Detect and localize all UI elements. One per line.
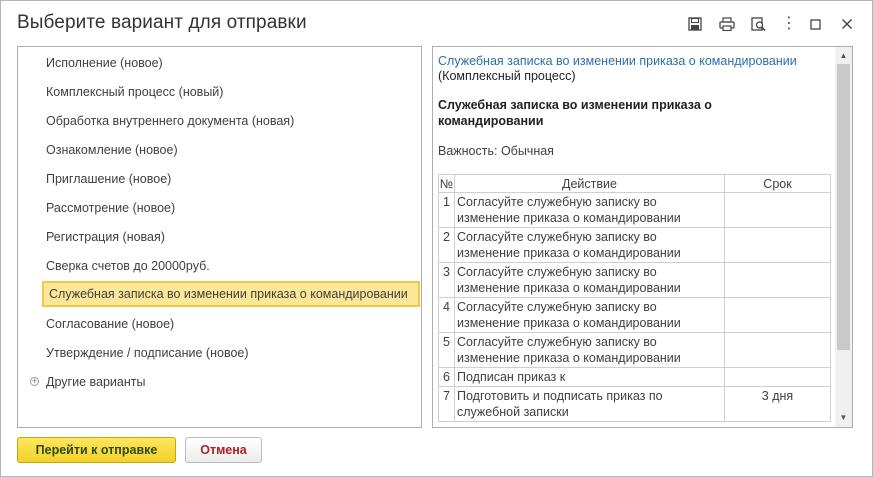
step-term: 3 дня: [724, 386, 831, 422]
variant-item[interactable]: Согласование (новое): [46, 311, 174, 337]
other-variants-item[interactable]: Другие варианты: [46, 369, 145, 395]
variant-item[interactable]: Регистрация (новая): [46, 224, 165, 250]
scroll-up-icon[interactable]: ▲: [835, 49, 852, 63]
variant-item-selected[interactable]: Служебная записка во изменении приказа о…: [42, 281, 420, 307]
variant-item[interactable]: Утверждение / подписание (новое): [46, 340, 249, 366]
preview-title-link[interactable]: Служебная записка во изменении приказа о…: [438, 54, 832, 69]
variant-item[interactable]: Приглашение (новое): [46, 166, 171, 192]
dialog-window: Выберите вариант для отправки ⋮ Исполнен…: [0, 0, 873, 477]
scroll-thumb[interactable]: [837, 64, 850, 350]
step-action-link[interactable]: Подписан приказ к: [454, 367, 725, 387]
steps-table: № Действие Срок 1 Согласуйте служебную з…: [438, 174, 831, 422]
variant-item[interactable]: Сверка счетов до 20000руб.: [46, 253, 210, 279]
step-term: [724, 332, 831, 368]
step-number: 1: [438, 192, 455, 228]
variant-item[interactable]: Обработка внутреннего документа (новая): [46, 108, 294, 134]
preview-heading: Служебная записка во изменении приказа о…: [438, 98, 712, 128]
table-row: 7 Подготовить и подписать приказ по служ…: [438, 386, 831, 422]
variant-item[interactable]: Комплексный процесс (новый): [46, 79, 223, 105]
preview-panel: Служебная записка во изменении приказа о…: [432, 46, 853, 428]
variant-item[interactable]: Рассмотрение (новое): [46, 195, 175, 221]
step-action-link[interactable]: Подготовить и подписать приказ по служеб…: [454, 386, 725, 422]
step-number: 3: [438, 262, 455, 298]
table-header-row: № Действие Срок: [438, 174, 831, 193]
title-toolbar: ⋮: [674, 13, 858, 35]
variants-list: Исполнение (новое) Комплексный процесс (…: [17, 46, 422, 428]
table-row: 1 Согласуйте служебную записку во измене…: [438, 192, 831, 228]
maximize-icon[interactable]: [804, 13, 826, 35]
step-term: [724, 192, 831, 228]
step-term: [724, 227, 831, 263]
table-row: 2 Согласуйте служебную записку во измене…: [438, 227, 831, 263]
cancel-button[interactable]: Отмена: [185, 437, 262, 463]
step-term: [724, 297, 831, 333]
column-header-term: Срок: [724, 174, 831, 193]
step-action-link[interactable]: Согласуйте служебную записку во изменени…: [454, 262, 725, 298]
table-row: 3 Согласуйте служебную записку во измене…: [438, 262, 831, 298]
dialog-title: Выберите вариант для отправки: [17, 12, 307, 33]
step-number: 6: [438, 367, 455, 387]
scroll-down-icon[interactable]: ▼: [835, 411, 852, 425]
column-header-action: Действие: [454, 174, 725, 193]
step-number: 5: [438, 332, 455, 368]
table-row: 4 Согласуйте служебную записку во измене…: [438, 297, 831, 333]
variant-item[interactable]: Исполнение (новое): [46, 50, 163, 76]
step-number: 7: [438, 386, 455, 422]
step-number: 2: [438, 227, 455, 263]
vertical-scrollbar[interactable]: ▲ ▼: [835, 47, 852, 427]
table-row: 6 Подписан приказ к: [438, 367, 831, 387]
print-icon[interactable]: [716, 13, 738, 35]
step-number: 4: [438, 297, 455, 333]
go-to-send-button[interactable]: Перейти к отправке: [17, 437, 176, 463]
print-preview-icon[interactable]: [748, 13, 770, 35]
preview-content: Служебная записка во изменении приказа о…: [438, 54, 832, 422]
more-menu-icon[interactable]: ⋮: [781, 13, 797, 35]
column-header-num: №: [438, 174, 455, 193]
preview-importance: Важность: Обычная: [438, 144, 554, 158]
table-row: 5 Согласуйте служебную записку во измене…: [438, 332, 831, 368]
step-action-link[interactable]: Согласуйте служебную записку во изменени…: [454, 332, 725, 368]
close-icon[interactable]: [836, 13, 858, 35]
expand-plus-icon[interactable]: +: [30, 377, 39, 386]
step-action-link[interactable]: Согласуйте служебную записку во изменени…: [454, 192, 725, 228]
step-term: [724, 262, 831, 298]
step-action-link[interactable]: Согласуйте служебную записку во изменени…: [454, 227, 725, 263]
step-action-link[interactable]: Согласуйте служебную записку во изменени…: [454, 297, 725, 333]
preview-subtitle: (Комплексный процесс): [438, 69, 576, 83]
save-icon[interactable]: [684, 13, 706, 35]
variant-item[interactable]: Ознакомление (новое): [46, 137, 178, 163]
step-term: [724, 367, 831, 387]
